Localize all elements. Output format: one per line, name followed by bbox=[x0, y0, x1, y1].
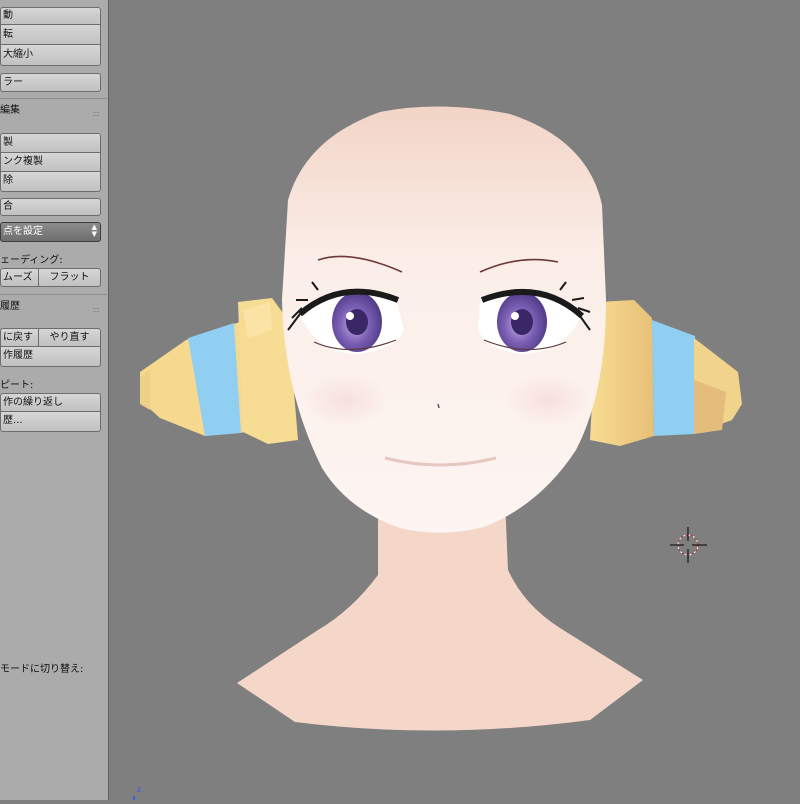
repeat-label: ピート: bbox=[0, 380, 34, 391]
3d-viewport[interactable]: z bbox=[109, 0, 800, 800]
drag-grip-icon[interactable]: :::: bbox=[92, 105, 100, 123]
axis-gizmo-icon: z bbox=[133, 785, 141, 800]
shading-label: ェーディング: bbox=[0, 255, 63, 266]
history-panel-header[interactable]: 履歴 :::: bbox=[0, 298, 101, 316]
left-headphone-mesh[interactable] bbox=[140, 298, 298, 444]
duplicate-linked-button[interactable]: ンク複製 bbox=[0, 153, 101, 172]
mode-switch-label: モードに切り替え: bbox=[0, 664, 84, 675]
undo-button[interactable]: に戻す bbox=[0, 328, 39, 347]
panel-separator bbox=[0, 98, 107, 99]
shade-flat-button[interactable]: フラット bbox=[38, 268, 101, 287]
drag-grip-icon[interactable]: :::: bbox=[92, 301, 100, 319]
set-origin-dropdown[interactable]: 点を設定 ▲ ▼ bbox=[0, 222, 101, 242]
panel-separator bbox=[0, 294, 107, 295]
repeat-last-button[interactable]: 作の繰り返し bbox=[0, 393, 101, 412]
duplicate-button[interactable]: 製 bbox=[0, 133, 101, 153]
history-panel-title: 履歴 bbox=[0, 301, 20, 312]
join-button[interactable]: 合 bbox=[0, 198, 101, 216]
redo-button[interactable]: やり直す bbox=[38, 328, 101, 347]
viewport-canvas: z bbox=[133, 106, 742, 800]
repeat-history-button[interactable]: 歴... bbox=[0, 412, 101, 432]
scale-button[interactable]: 大縮小 bbox=[0, 45, 101, 66]
updown-arrow-icon: ▲ ▼ bbox=[91, 223, 97, 238]
right-headphone-mesh[interactable] bbox=[590, 300, 742, 446]
shade-smooth-button[interactable]: ムーズ bbox=[0, 268, 39, 287]
neck-mesh[interactable] bbox=[237, 500, 643, 731]
set-origin-label: 点を設定 bbox=[3, 226, 43, 237]
mirror-button[interactable]: ラー bbox=[0, 73, 101, 92]
edit-panel-header[interactable]: 編集 :::: bbox=[0, 102, 101, 120]
3d-cursor-icon[interactable] bbox=[670, 527, 707, 563]
translate-button[interactable]: 動 bbox=[0, 7, 101, 25]
undo-history-button[interactable]: 作履歴 bbox=[0, 347, 101, 367]
axis-z-label: z bbox=[137, 785, 141, 794]
tool-shelf: 動 転 大縮小 ラー 編集 :::: 製 ンク複製 除 合 点を設定 ▲ ▼ ェー… bbox=[0, 0, 109, 800]
edit-panel-title: 編集 bbox=[0, 105, 20, 116]
rotate-button[interactable]: 転 bbox=[0, 25, 101, 45]
delete-button[interactable]: 除 bbox=[0, 172, 101, 192]
